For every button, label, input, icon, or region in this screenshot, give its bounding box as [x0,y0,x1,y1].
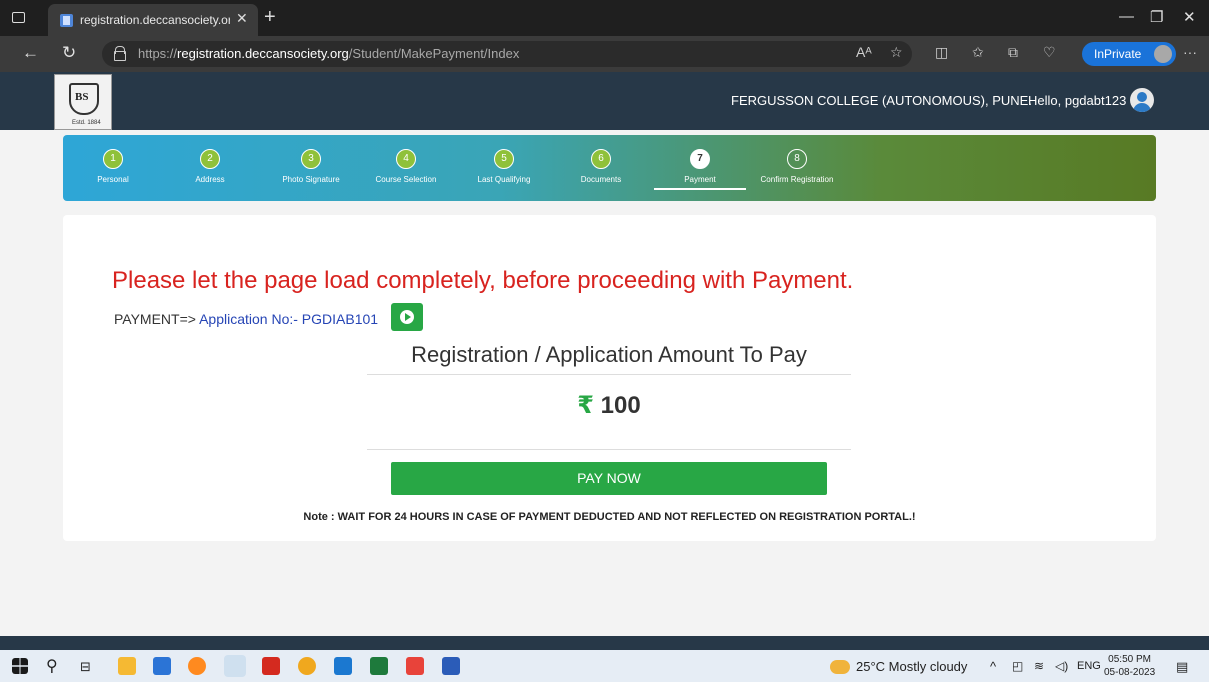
amount-title: Registration / Application Amount To Pay [411,342,807,367]
meet-now-icon[interactable]: ◰ [1012,659,1023,673]
windows-taskbar: ⚲ ⊟ 25°C Mostly cloudy ^ ◰ ≋ ◁) ENG 05:5… [0,650,1209,682]
minimize-icon[interactable]: — [1119,8,1134,25]
favorite-star-icon[interactable]: ☆ [890,44,903,61]
browser-tab[interactable]: registration.deccansociety.org/St ✕ [48,4,258,36]
payment-card: Please let the page load completely, bef… [63,215,1156,541]
page-load-warning: Please let the page load completely, bef… [112,267,854,294]
browser-essentials-icon[interactable]: ♡ [1043,44,1056,61]
close-tab-icon[interactable]: ✕ [236,10,248,27]
split-screen-icon[interactable]: ◫ [935,44,948,61]
chrome-icon[interactable] [298,657,316,675]
user-greeting[interactable]: Hello, pgdabt123 [1028,93,1126,108]
step-address[interactable]: 2 Address [160,149,260,184]
registration-steps: 1 Personal 2 Address 3 Photo Signature 4… [63,135,1156,201]
language-indicator[interactable]: ENG [1077,660,1101,672]
tab-actions-icon[interactable] [12,12,25,23]
lock-icon [114,46,126,61]
step-confirm-registration[interactable]: 8 Confirm Registration [747,149,847,184]
edge-icon[interactable] [224,655,246,677]
excel-icon[interactable] [370,657,388,675]
step-personal[interactable]: 1 Personal [63,149,163,184]
crest-icon [69,83,99,115]
browser-tab-bar: registration.deccansociety.org/St ✕ + — … [0,0,1209,36]
favorites-icon[interactable]: ✩ [972,44,984,61]
step-documents[interactable]: 6 Documents [551,149,651,184]
file-explorer-icon[interactable] [118,657,136,675]
college-name: FERGUSSON COLLEGE (AUTONOMOUS), PUNE. [731,93,1032,108]
address-bar[interactable]: https://registration.deccansociety.org/S… [102,41,912,67]
photos-icon[interactable] [334,657,352,675]
site-header: Estd. 1884 FERGUSSON COLLEGE (AUTONOMOUS… [0,72,1209,130]
amount-value: ₹ 100 [577,392,641,419]
show-hidden-icons-icon[interactable]: ^ [990,659,996,674]
play-button[interactable] [391,303,423,331]
task-view-icon[interactable]: ⊟ [80,659,91,675]
new-tab-icon[interactable]: + [264,6,276,29]
system-clock[interactable]: 05:50 PM 05-08-2023 [1104,653,1155,679]
weather-icon[interactable] [830,660,850,674]
word-icon[interactable] [442,657,460,675]
step-course-selection[interactable]: 4 Course Selection [356,149,456,184]
divider [367,374,851,375]
payment-note: Note : WAIT FOR 24 HOURS IN CASE OF PAYM… [303,511,916,523]
application-number: Application No:- PGDIAB101 [199,311,379,327]
tab-title: registration.deccansociety.org/St [80,13,230,27]
back-icon[interactable]: ← [22,43,39,63]
site-footer [0,636,1209,650]
restore-icon[interactable]: ❐ [1150,8,1163,26]
profile-avatar-icon [1154,45,1172,63]
pay-now-button[interactable]: PAY NOW [391,462,827,495]
acrobat-icon[interactable] [262,657,280,675]
weather-text[interactable]: 25°C Mostly cloudy [856,659,967,674]
anydesk-icon[interactable] [406,657,424,675]
close-window-icon[interactable]: ✕ [1183,8,1196,26]
step-payment[interactable]: 7 Payment [650,149,750,190]
payment-application-line: PAYMENT=> Application No:- PGDIAB101 [114,311,379,327]
divider [367,449,851,450]
rupee-icon: ₹ [577,392,594,419]
wifi-icon[interactable]: ≋ [1034,659,1044,673]
notifications-icon[interactable]: ▤ [1176,659,1188,675]
browser-toolbar: ← ↻ https://registration.deccansociety.o… [0,36,1209,72]
inprivate-badge[interactable]: InPrivate [1082,42,1176,66]
step-last-qualifying[interactable]: 5 Last Qualifying [454,149,554,184]
college-logo: Estd. 1884 [54,74,112,130]
user-avatar-icon[interactable] [1130,88,1154,112]
refresh-icon[interactable]: ↻ [62,43,76,63]
read-aloud-icon[interactable]: Aᴬ [856,44,872,60]
collections-icon[interactable]: ⧉ [1008,44,1018,61]
start-icon[interactable] [12,658,28,674]
url-text: https://registration.deccansociety.org/S… [138,46,520,61]
site-favicon-icon [60,14,73,27]
firefox-icon[interactable] [188,657,206,675]
search-icon[interactable]: ⚲ [46,656,58,676]
more-menu-icon[interactable]: ··· [1183,44,1197,60]
step-photo-signature[interactable]: 3 Photo Signature [261,149,361,184]
mail-icon[interactable] [153,657,171,675]
volume-icon[interactable]: ◁) [1055,659,1068,673]
